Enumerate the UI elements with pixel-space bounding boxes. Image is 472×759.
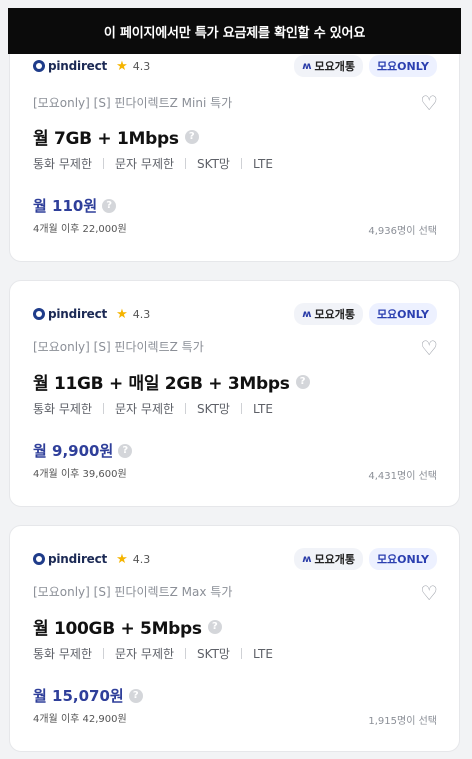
- plan-card[interactable]: pindirect ★ 4.3 ʍ 모요개통 모요ONLY [모요only] [S…: [9, 280, 460, 507]
- question-circle-icon[interactable]: ?: [184, 129, 199, 144]
- badge-moyo-label: 모요개통: [314, 60, 355, 73]
- badge-moyo-only: 모요ONLY: [368, 55, 437, 77]
- rating: 4.3: [132, 307, 151, 321]
- feature-call: 통화 무제한: [33, 157, 93, 171]
- rating: 4.3: [132, 59, 151, 73]
- badge-moyo-only: 모요ONLY: [368, 303, 437, 325]
- feature-type: LTE: [252, 156, 273, 171]
- brand: pindirect ★ 4.3: [33, 552, 150, 567]
- star-icon: ★: [116, 58, 128, 74]
- brand: pindirect ★ 4.3: [33, 59, 150, 74]
- plan-title-text: 월 7GB + 1Mbps: [33, 129, 179, 149]
- plan-subtitle: [모요only] [S] 핀다이렉트Z Max 특가: [33, 585, 233, 599]
- after-price: 4개월 이후 42,900원: [33, 714, 127, 725]
- divider: [103, 403, 105, 414]
- pindirect-logo-icon: [33, 60, 45, 72]
- feature-type: LTE: [252, 646, 273, 661]
- heart-outline-icon[interactable]: ♡: [420, 336, 438, 360]
- plan-subtitle: [모요only] [S] 핀다이렉트Z Mini 특가: [33, 96, 233, 110]
- price-text: 월 110원: [33, 197, 98, 215]
- plan-price: 월 9,900원 ?: [33, 440, 133, 461]
- plan-title: 월 11GB + 매일 2GB + 3Mbps ?: [33, 369, 310, 394]
- pindirect-logo-icon: [33, 553, 45, 565]
- badge-moyo-only: 모요ONLY: [368, 548, 437, 570]
- selected-count: 1,915명이 선택: [368, 716, 437, 727]
- feature-network: SKT망: [197, 647, 230, 661]
- card-header: pindirect ★ 4.3 ʍ 모요개통 모요ONLY: [33, 303, 437, 325]
- plan-features: 통화 무제한 문자 무제한 SKT망 LTE: [33, 155, 273, 172]
- feature-network: SKT망: [197, 157, 230, 171]
- divider: [185, 648, 187, 659]
- heart-outline-icon[interactable]: ♡: [420, 91, 438, 115]
- divider: [185, 158, 187, 169]
- card-header: pindirect ★ 4.3 ʍ 모요개통 모요ONLY: [33, 55, 437, 77]
- promo-banner-text: 이 페이지에서만 특가 요금제를 확인할 수 있어요: [103, 25, 366, 41]
- heart-outline-icon[interactable]: ♡: [420, 581, 438, 605]
- plan-title: 월 7GB + 1Mbps ?: [33, 124, 199, 149]
- question-circle-icon[interactable]: ?: [102, 198, 117, 213]
- divider: [240, 648, 242, 659]
- feature-type: LTE: [252, 401, 273, 416]
- plan-features: 통화 무제한 문자 무제한 SKT망 LTE: [33, 400, 273, 417]
- badges: ʍ 모요개통 모요ONLY: [294, 548, 437, 570]
- feature-sms: 문자 무제한: [115, 647, 175, 661]
- divider: [240, 158, 242, 169]
- after-price: 4개월 이후 39,600원: [33, 469, 127, 480]
- feature-network: SKT망: [197, 402, 230, 416]
- selected-count: 4,936명이 선택: [368, 226, 437, 237]
- plan-title: 월 100GB + 5Mbps ?: [33, 614, 222, 639]
- divider: [103, 648, 105, 659]
- pindirect-logo-icon: [33, 308, 45, 320]
- star-icon: ★: [116, 306, 128, 322]
- badges: ʍ 모요개통 모요ONLY: [294, 55, 437, 77]
- after-price: 4개월 이후 22,000원: [33, 224, 127, 235]
- feature-sms: 문자 무제한: [115, 402, 175, 416]
- plan-subtitle: [모요only] [S] 핀다이렉트Z 특가: [33, 340, 204, 354]
- divider: [240, 403, 242, 414]
- divider: [103, 158, 105, 169]
- question-circle-icon[interactable]: ?: [295, 374, 310, 389]
- moyo-logo-icon: ʍ: [302, 308, 312, 320]
- price-text: 월 9,900원: [33, 442, 114, 460]
- badge-moyo-open: ʍ 모요개통: [294, 548, 363, 570]
- question-circle-icon[interactable]: ?: [118, 443, 133, 458]
- promo-banner: 이 페이지에서만 특가 요금제를 확인할 수 있어요: [8, 8, 461, 54]
- brand-name: pindirect: [48, 59, 108, 73]
- moyo-logo-icon: ʍ: [302, 60, 312, 72]
- page: 이 페이지에서만 특가 요금제를 확인할 수 있어요 pindirect ★ 4…: [0, 0, 472, 759]
- plan-price: 월 110원 ?: [33, 195, 117, 216]
- badge-moyo-open: ʍ 모요개통: [294, 55, 363, 77]
- feature-sms: 문자 무제한: [115, 157, 175, 171]
- plan-title-text: 월 11GB + 매일 2GB + 3Mbps: [33, 374, 290, 394]
- feature-call: 통화 무제한: [33, 402, 93, 416]
- moyo-logo-icon: ʍ: [302, 553, 312, 565]
- star-icon: ★: [116, 551, 128, 567]
- brand-name: pindirect: [48, 307, 108, 321]
- brand-name: pindirect: [48, 552, 108, 566]
- card-header: pindirect ★ 4.3 ʍ 모요개통 모요ONLY: [33, 548, 437, 570]
- badge-moyo-label: 모요개통: [314, 553, 355, 566]
- plan-features: 통화 무제한 문자 무제한 SKT망 LTE: [33, 645, 273, 662]
- plan-title-text: 월 100GB + 5Mbps: [33, 619, 202, 639]
- divider: [185, 403, 187, 414]
- question-circle-icon[interactable]: ?: [128, 688, 143, 703]
- price-text: 월 15,070원: [33, 687, 124, 705]
- brand: pindirect ★ 4.3: [33, 307, 150, 322]
- feature-call: 통화 무제한: [33, 647, 93, 661]
- rating: 4.3: [132, 552, 151, 566]
- badges: ʍ 모요개통 모요ONLY: [294, 303, 437, 325]
- badge-moyo-label: 모요개통: [314, 308, 355, 321]
- question-circle-icon[interactable]: ?: [207, 619, 222, 634]
- plan-price: 월 15,070원 ?: [33, 685, 143, 706]
- badge-moyo-open: ʍ 모요개통: [294, 303, 363, 325]
- plan-card[interactable]: pindirect ★ 4.3 ʍ 모요개통 모요ONLY [모요only] [S…: [9, 525, 460, 752]
- plan-card[interactable]: pindirect ★ 4.3 ʍ 모요개통 모요ONLY [모요only] [S…: [9, 40, 460, 262]
- selected-count: 4,431명이 선택: [368, 471, 437, 482]
